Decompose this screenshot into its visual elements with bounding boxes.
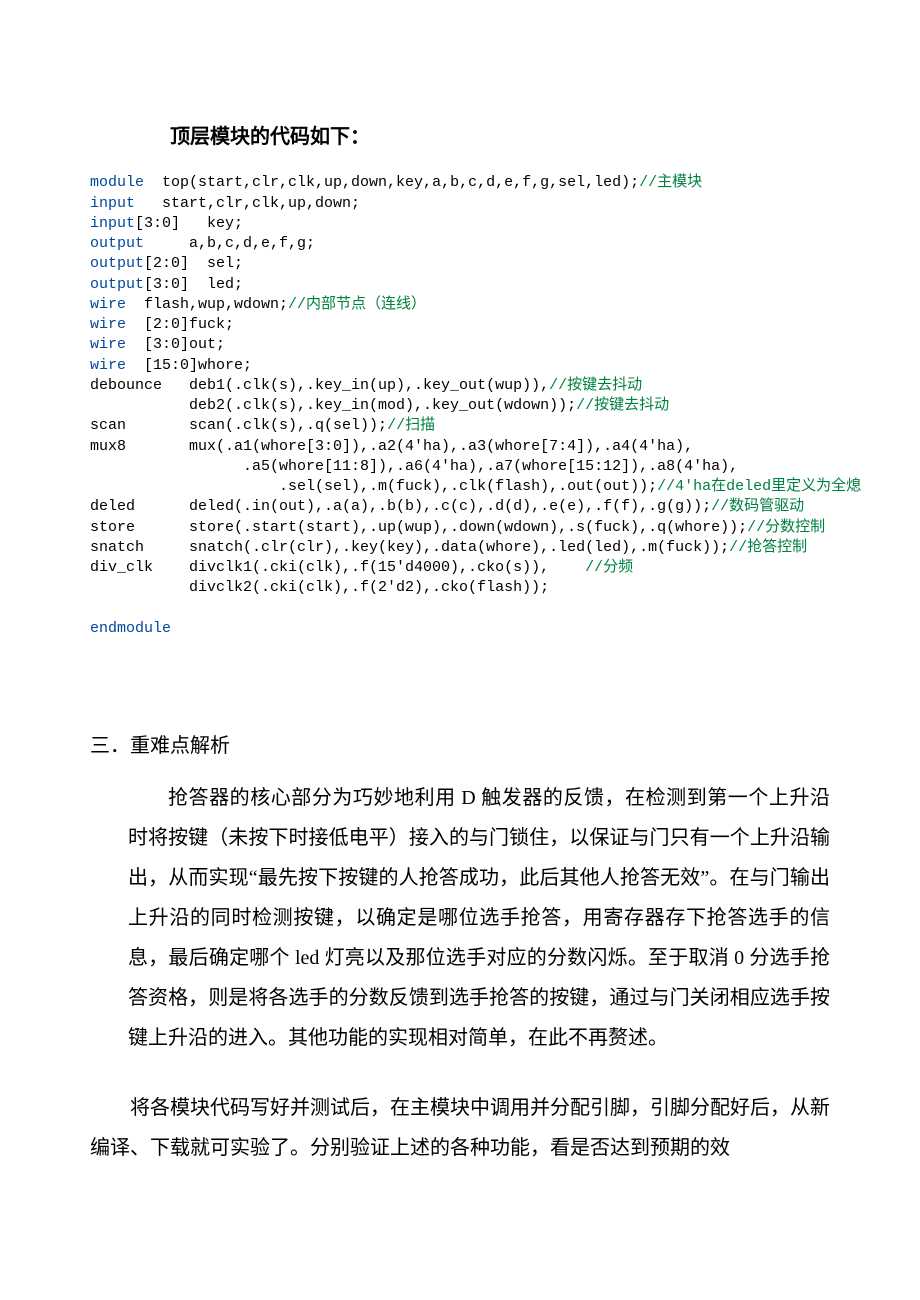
code-text: div_clk divclk1(.cki(clk),.f(15'd4000),.… xyxy=(90,559,585,576)
code-text: [3:0] led; xyxy=(144,276,243,293)
code-text: [2:0]fuck; xyxy=(126,316,234,333)
comment: //数码管驱动 xyxy=(711,498,804,515)
body-paragraph-1: 抢答器的核心部分为巧妙地利用 D 触发器的反馈，在检测到第一个上升沿时将按键（未… xyxy=(90,778,830,1058)
code-title: 顶层模块的代码如下： xyxy=(170,120,830,149)
document-page: 顶层模块的代码如下： module top(start,clr,clk,up,d… xyxy=(0,0,920,1258)
comment: //4'ha在deled里定义为全熄 xyxy=(657,478,861,495)
code-text: flash,wup,wdown; xyxy=(126,296,288,313)
code-text: [2:0] sel; xyxy=(144,255,243,272)
kw-output: output xyxy=(90,255,144,272)
code-text: deled deled(.in(out),.a(a),.b(b),.c(c),.… xyxy=(90,498,711,515)
body-paragraph-2: 将各模块代码写好并测试后，在主模块中调用并分配引脚，引脚分配好后，从新编译、下载… xyxy=(90,1088,830,1168)
code-text: .sel(sel),.m(fuck),.clk(flash),.out(out)… xyxy=(90,478,657,495)
kw-module: module xyxy=(90,174,144,191)
code-text: [3:0] key; xyxy=(135,215,243,232)
kw-wire: wire xyxy=(90,316,126,333)
comment: //内部节点（连线） xyxy=(288,296,426,313)
kw-output: output xyxy=(90,276,144,293)
kw-wire: wire xyxy=(90,296,126,313)
code-text: [3:0]out; xyxy=(126,336,225,353)
code-text: mux8 mux(.a1(whore[3:0]),.a2(4'ha),.a3(w… xyxy=(90,438,693,455)
verilog-code-block: module top(start,clr,clk,up,down,key,a,b… xyxy=(90,153,830,639)
kw-input: input xyxy=(90,195,135,212)
code-text: deb2(.clk(s),.key_in(mod),.key_out(wdown… xyxy=(90,397,576,414)
kw-input: input xyxy=(90,215,135,232)
comment: //抢答控制 xyxy=(729,539,807,556)
code-text: store store(.start(start),.up(wup),.down… xyxy=(90,519,747,536)
code-text: scan scan(.clk(s),.q(sel)); xyxy=(90,417,387,434)
code-text: divclk2(.cki(clk),.f(2'd2),.cko(flash)); xyxy=(90,579,549,596)
section-heading: 三．重难点解析 xyxy=(90,729,830,758)
comment: //按键去抖动 xyxy=(576,397,669,414)
comment: //分频 xyxy=(585,559,633,576)
comment: //主模块 xyxy=(639,174,702,191)
kw-wire: wire xyxy=(90,336,126,353)
kw-endmodule: endmodule xyxy=(90,620,171,637)
code-text: .a5(whore[11:8]),.a6(4'ha),.a7(whore[15:… xyxy=(90,458,738,475)
code-text: [15:0]whore; xyxy=(126,357,252,374)
code-text: snatch snatch(.clr(clr),.key(key),.data(… xyxy=(90,539,729,556)
code-text: start,clr,clk,up,down; xyxy=(135,195,360,212)
comment: //分数控制 xyxy=(747,519,825,536)
code-text: a,b,c,d,e,f,g; xyxy=(144,235,315,252)
kw-output: output xyxy=(90,235,144,252)
code-text: top(start,clr,clk,up,down,key,a,b,c,d,e,… xyxy=(144,174,639,191)
kw-wire: wire xyxy=(90,357,126,374)
code-text: debounce deb1(.clk(s),.key_in(up),.key_o… xyxy=(90,377,549,394)
comment: //按键去抖动 xyxy=(549,377,642,394)
comment: //扫描 xyxy=(387,417,435,434)
